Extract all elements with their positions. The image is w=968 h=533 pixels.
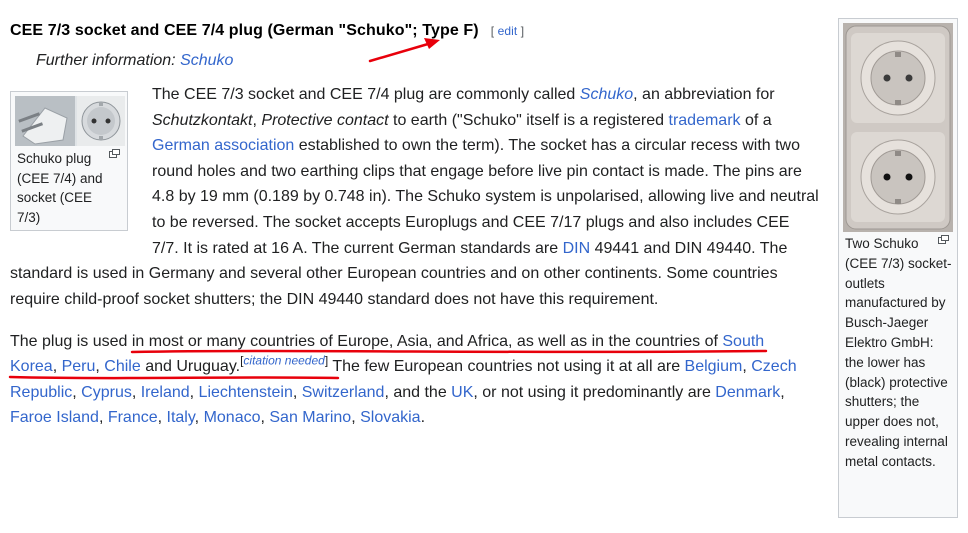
france-link[interactable]: France (108, 409, 158, 426)
denmark-link[interactable]: Denmark (715, 384, 780, 401)
ireland-link[interactable]: Ireland (141, 384, 190, 401)
hatnote: Further information: Schuko (36, 52, 233, 70)
edit-section: [ edit ] (490, 24, 525, 38)
edit-link[interactable]: edit (498, 24, 518, 38)
san-marino-link[interactable]: San Marino (269, 409, 351, 426)
switzerland-link[interactable]: Switzerland (302, 384, 385, 401)
thumbnail-schuko-outlets: Two Schuko (CEE 7/3) socket-outlets manu… (838, 18, 958, 518)
cyprus-link[interactable]: Cyprus (81, 384, 132, 401)
schuko-link[interactable]: Schuko (180, 52, 233, 69)
slovakia-link[interactable]: Slovakia (360, 409, 420, 426)
section-title: CEE 7/3 socket and CEE 7/4 plug (German … (10, 22, 479, 39)
thumbnail-caption: Two Schuko (CEE 7/3) socket-outlets manu… (845, 236, 952, 469)
chile-link[interactable]: Chile (104, 358, 140, 375)
hatnote-prefix: Further information: (36, 52, 181, 69)
din-link[interactable]: DIN (563, 240, 591, 257)
citation-needed-link[interactable]: citation needed (243, 354, 324, 368)
paragraph-description: The CEE 7/3 socket and CEE 7/4 plug are … (10, 86, 819, 308)
belgium-link[interactable]: Belgium (685, 358, 743, 375)
liechtenstein-link[interactable]: Liechtenstein (199, 384, 293, 401)
two-socket-outlets-image[interactable] (843, 23, 953, 232)
paragraph-countries: The plug is used in most or many countri… (10, 333, 797, 427)
schuko-inline-link[interactable]: Schuko (580, 86, 633, 103)
monaco-link[interactable]: Monaco (204, 409, 261, 426)
section-heading: CEE 7/3 socket and CEE 7/4 plug (German … (10, 22, 524, 40)
faroe-island-link[interactable]: Faroe Island (10, 409, 99, 426)
uk-link[interactable]: UK (451, 384, 473, 401)
trademark-link[interactable]: trademark (669, 112, 741, 129)
peru-link[interactable]: Peru (62, 358, 96, 375)
citation-needed: [citation needed] (240, 354, 329, 369)
italy-link[interactable]: Italy (167, 409, 195, 426)
red-arrow (368, 38, 440, 63)
german-association-link[interactable]: German association (152, 137, 294, 154)
